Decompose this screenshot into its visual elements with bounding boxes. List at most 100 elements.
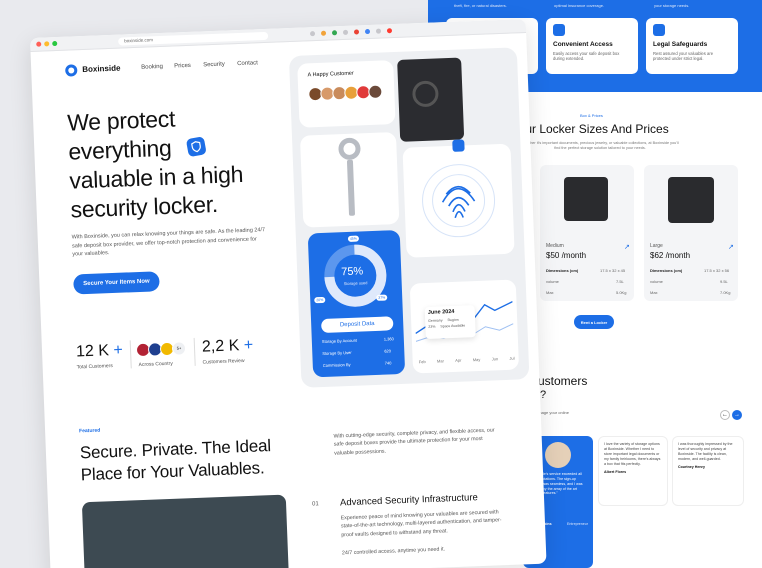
nav-booking[interactable]: Booking: [141, 64, 163, 71]
key-icon: [338, 137, 361, 161]
divider: [129, 340, 132, 369]
legend-label: 23%: [428, 324, 436, 329]
item-title: Advanced Security Infrastructure: [339, 492, 479, 509]
hero-line-1: We protect: [66, 105, 176, 136]
extension-icon[interactable]: [320, 30, 327, 36]
stat-customers-label: Total Customers: [76, 363, 113, 371]
dashboard-mockup: A Happy Customer 75% Storage used 45% 20…: [288, 47, 530, 388]
country-flags: 5+: [135, 341, 187, 358]
arrow-icon[interactable]: ↗: [728, 243, 734, 251]
deposit-row-value: 740: [384, 360, 392, 366]
hero-line-3: valuable in a high: [69, 160, 244, 194]
spec-value: 7.0Kg: [720, 290, 731, 295]
spec-value: 7.5L: [616, 279, 624, 284]
extension-icon[interactable]: [353, 29, 360, 35]
feature-title: Convenient Access: [553, 41, 613, 48]
spec-label: Dimensions (cm): [650, 268, 683, 273]
spec-value: 5.0Kg: [616, 290, 627, 295]
legend-label: Germany: [428, 318, 443, 323]
key-icon: [553, 24, 565, 36]
locker-wall-image: [81, 494, 290, 568]
shield-badge-icon: [185, 136, 207, 158]
feature-desc: Easily access your safe deposit box duri…: [553, 51, 620, 62]
browser-chrome: boxinside.com: [30, 18, 527, 52]
question-mark: ?: [540, 389, 547, 401]
spec-label: volume: [650, 279, 663, 284]
deposit-row-label: Commission By: [322, 361, 351, 369]
url-text: boxinside.com: [124, 37, 154, 44]
x-tick: Jun: [491, 356, 499, 362]
sizes-title: Our Locker Sizes And Prices: [516, 122, 669, 136]
spec-label: Dimensions (cm): [546, 268, 579, 273]
arrow-icon[interactable]: ↗: [624, 243, 630, 251]
sizes-desc: Whether it's important documents, precio…: [521, 141, 679, 151]
x-tick: May: [472, 356, 481, 363]
deposit-data-button[interactable]: Deposit Data: [321, 316, 394, 334]
close-dot[interactable]: [36, 41, 42, 47]
prev-arrow-button[interactable]: ←: [720, 410, 730, 420]
fingerprint-icon: [422, 164, 496, 238]
feature-card-access: Convenient Access Easily access your saf…: [546, 18, 638, 74]
testimonial-quote: I was thoroughly impressed by the level …: [678, 442, 733, 462]
testimonial-card: I was thoroughly impressed by the level …: [672, 436, 744, 506]
snippet-2: optimal insurance coverage.: [554, 3, 605, 8]
item-more: 24/7 controlled access, anytime you need…: [341, 546, 446, 557]
stat-review-label: Customers Review: [202, 358, 245, 366]
spec-label: Max: [650, 290, 658, 295]
key-card: [299, 132, 400, 228]
hero-description: With Boxinside, you can relax knowing yo…: [71, 227, 266, 258]
next-arrow-button[interactable]: →: [732, 410, 742, 420]
spec-label: Max: [546, 290, 554, 295]
snippet-3: your storage needs.: [654, 3, 690, 8]
logo-text[interactable]: Boxinside: [82, 64, 121, 74]
spec-value: 9.5L: [720, 279, 728, 284]
nav-contact[interactable]: Contact: [237, 60, 258, 67]
testimonial-card: I love the variety of storage options at…: [598, 436, 668, 506]
extension-icon[interactable]: [375, 28, 382, 34]
extension-icon[interactable]: [386, 28, 393, 34]
spec-value: 17.5 x 32 x 56: [704, 268, 730, 273]
deposit-row-value: 1,360: [383, 336, 394, 342]
key-blade: [346, 159, 356, 216]
storage-percent: 75%: [340, 265, 364, 279]
lock-icon: [452, 139, 465, 152]
chart-x-axis: Feb Mar Apr May Jun Jul: [419, 356, 515, 365]
deposit-row-label: Storage By User: [322, 349, 352, 357]
ring-mark: 45%: [347, 235, 360, 242]
address-bar[interactable]: boxinside.com: [118, 31, 269, 46]
extension-icon[interactable]: [342, 29, 349, 35]
locker-image: [564, 177, 608, 221]
ring-mark: 37%: [376, 294, 388, 301]
locker-image: [668, 177, 714, 223]
rent-locker-button[interactable]: Rent a Locker: [574, 315, 614, 329]
maximize-dot[interactable]: [52, 40, 58, 47]
secure-items-button[interactable]: Secure Your Items Now: [73, 271, 160, 295]
extension-icon[interactable]: [364, 28, 371, 35]
extension-icon[interactable]: [331, 30, 338, 36]
logo-icon[interactable]: [65, 64, 78, 77]
x-tick: Feb: [418, 359, 426, 365]
safe-dial: [411, 80, 439, 108]
fingerprint-card: [402, 139, 515, 258]
extension-icon[interactable]: [309, 31, 316, 37]
item-number: 01: [312, 501, 319, 508]
minimize-dot[interactable]: [44, 41, 50, 47]
featured-description: With cutting-edge security, complete pri…: [333, 427, 495, 457]
snippet-1: theft, fire, or natural disasters.: [454, 3, 507, 8]
stat-customers-value: 12 K +: [75, 341, 124, 361]
country-count-badge: 5+: [171, 341, 187, 356]
feature-title: Legal Safeguards: [653, 41, 708, 48]
stat-country-label: Across Country: [138, 360, 173, 369]
x-tick: Jul: [509, 355, 515, 361]
feature-card-legal: Legal Safeguards Rest assured your valua…: [646, 18, 738, 74]
ring-mark: 20%: [314, 296, 326, 304]
scale-icon: [653, 24, 665, 36]
nav-security[interactable]: Security: [203, 62, 225, 69]
nav-prices[interactable]: Prices: [174, 63, 191, 70]
hero-line-2: everything: [67, 134, 172, 165]
locker-price: $50 /month: [546, 251, 587, 260]
spec-label: volume: [546, 279, 559, 284]
x-tick: Mar: [436, 358, 444, 364]
locker-price: $62 /month: [650, 251, 691, 260]
safe-image: [397, 57, 465, 142]
